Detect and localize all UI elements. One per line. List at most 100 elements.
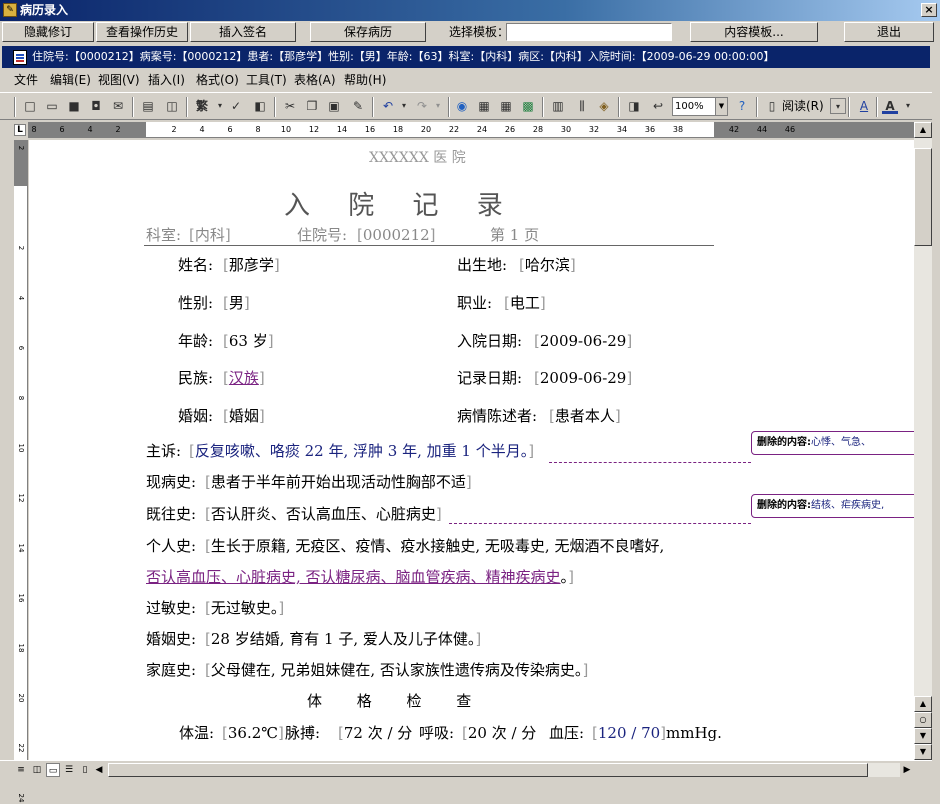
select-browse-object-icon[interactable]: ○ <box>914 712 932 728</box>
print-preview-icon[interactable]: ◫ <box>164 98 180 114</box>
field-value-box[interactable]: [那彦学] <box>223 255 280 275</box>
drawing-icon[interactable]: ⫼ <box>574 98 590 114</box>
scroll-down-icon[interactable]: ▼ <box>914 728 932 744</box>
undo-icon[interactable]: ↶ <box>380 98 396 114</box>
research-icon[interactable]: ◧ <box>252 98 268 114</box>
menu-tools[interactable]: 工具(T) <box>246 72 287 88</box>
traditional-chinese-icon[interactable]: 繁 <box>194 98 210 114</box>
right-border <box>932 44 940 784</box>
blood-pressure-field[interactable]: [120 / 70]mmHg. <box>592 723 722 743</box>
respiration-field[interactable]: [20 次 / 分 <box>462 723 536 743</box>
print-layout-icon[interactable]: ▭ <box>46 763 60 777</box>
vertical-ruler[interactable]: 2 2 4 6 8 10 12 14 16 18 20 22 24 <box>14 140 28 802</box>
outline-view-icon[interactable]: ☰ <box>62 763 76 777</box>
dept-field[interactable]: [内科] <box>189 225 231 245</box>
email-icon[interactable]: ✉ <box>110 98 126 114</box>
menu-view[interactable]: 视图(V) <box>98 72 140 88</box>
field-value-box[interactable]: [电工] <box>504 293 546 313</box>
menu-file[interactable]: 文件 <box>14 72 38 88</box>
allergy-field[interactable]: [无过敏史。] <box>205 598 284 618</box>
close-button[interactable]: × <box>921 3 937 17</box>
pulse-field[interactable]: [72 次 / 分 <box>338 723 412 743</box>
read-mode-icon[interactable]: ▯ <box>764 98 780 114</box>
menu-help[interactable]: 帮助(H) <box>344 72 386 88</box>
save-record-button[interactable]: 保存病历 <box>310 22 426 42</box>
copy-icon[interactable]: ❐ <box>304 98 320 114</box>
revision-balloon[interactable]: 删除的内容:结核、疟疾病史, <box>751 494 914 518</box>
field-value-box[interactable]: [2009-06-29] <box>534 368 632 388</box>
format-painter-icon[interactable]: ✎ <box>350 98 366 114</box>
document-map-icon[interactable]: ◈ <box>596 98 612 114</box>
columns-icon[interactable]: ▥ <box>550 98 566 114</box>
scroll-up-icon[interactable]: ▲ <box>914 696 932 712</box>
temperature-field[interactable]: [36.2℃] <box>222 723 284 743</box>
font-color-icon[interactable]: A <box>882 98 898 114</box>
content-template-button[interactable]: 内容模板... <box>690 22 818 42</box>
view-history-button[interactable]: 查看操作历史 <box>96 22 188 42</box>
present-illness-field[interactable]: [患者于半年前开始出现活动性胸部不适] <box>205 472 472 492</box>
tab-stop-selector[interactable]: L <box>14 124 26 136</box>
document-page[interactable]: XXXXXX 医 院 入 院 记 录 科室: [内科] 住院号: [000021… <box>29 140 914 760</box>
dropdown-arrow-icon[interactable]: ▾ <box>212 98 228 114</box>
toolbar-options-icon[interactable]: ▾ <box>830 98 846 114</box>
insert-table-icon[interactable]: ▦ <box>498 98 514 114</box>
menu-table[interactable]: 表格(A) <box>294 72 336 88</box>
web-layout-icon[interactable]: ◫ <box>30 763 44 777</box>
field-value-box[interactable]: [63 岁] <box>223 331 274 351</box>
menu-format[interactable]: 格式(O) <box>196 72 239 88</box>
past-history-field[interactable]: [否认肝炎、否认高血压、心脏病史] <box>205 504 442 524</box>
field-value-box[interactable]: [哈尔滨] <box>519 255 576 275</box>
insert-signature-button[interactable]: 插入签名 <box>190 22 296 42</box>
field-value-box[interactable]: [患者本人] <box>549 406 621 426</box>
permission-icon[interactable]: ◘ <box>88 98 104 114</box>
reading-layout-icon[interactable]: ▯ <box>78 763 92 777</box>
read-mode-button[interactable]: 阅读(R) <box>782 98 824 114</box>
revision-balloon[interactable]: 删除的内容:心悸、气急、 <box>751 431 914 455</box>
field-value-box[interactable]: [婚姻] <box>223 406 265 426</box>
new-document-icon[interactable]: □ <box>22 98 38 114</box>
personal-history-line2[interactable]: 否认高血压、心脏病史, 否认糖尿病、脑血管疾病、精神疾病史。] <box>146 567 574 587</box>
scroll-up-icon[interactable]: ▲ <box>914 122 932 138</box>
horizontal-ruler[interactable]: 8 6 4 2 2 4 6 8 10 12 14 16 18 20 22 24 26 28 30 32 34 36 38 42… <box>28 122 914 138</box>
exit-button[interactable]: 退出 <box>844 22 934 42</box>
menu-edit[interactable]: 编辑(E) <box>50 72 91 88</box>
help-icon[interactable]: ? <box>734 98 750 114</box>
insert-excel-icon[interactable]: ▩ <box>520 98 536 114</box>
scroll-right-icon[interactable]: ▶ <box>900 763 914 777</box>
font-color-dropdown-icon[interactable]: ▾ <box>900 98 916 114</box>
hyperlink-icon[interactable]: ◉ <box>454 98 470 114</box>
scroll-left-icon[interactable]: ◀ <box>92 763 106 777</box>
toolbar-separator <box>132 97 134 117</box>
hide-revisions-button[interactable]: 隐藏修订 <box>2 22 94 42</box>
zoom-select[interactable]: 100% ▼ <box>672 97 728 116</box>
show-hide-icon[interactable]: ◨ <box>626 98 642 114</box>
spelling-icon[interactable]: ✓ <box>228 98 244 114</box>
vertical-scrollbar[interactable]: ▲ ▲ ○ ▼ ▼ <box>914 122 932 760</box>
print-icon[interactable]: ▤ <box>140 98 156 114</box>
marriage-history-field[interactable]: [28 岁结婚, 育有 1 子, 爱人及儿子体健。] <box>205 629 481 649</box>
open-folder-icon[interactable]: ▭ <box>44 98 60 114</box>
styles-icon[interactable]: A <box>856 98 872 114</box>
redo-icon[interactable]: ↷ <box>414 98 430 114</box>
horizontal-thumb[interactable] <box>108 763 868 777</box>
personal-history-field[interactable]: [生长于原籍, 无疫区、疫情、疫水接触史, 无吸毒史, 无烟酒不良嗜好, <box>205 536 664 556</box>
menu-insert[interactable]: 插入(I) <box>148 72 185 88</box>
undo-dropdown-icon[interactable]: ▾ <box>396 98 412 114</box>
paragraph-mark-icon[interactable]: ↩ <box>650 98 666 114</box>
redo-dropdown-icon[interactable]: ▾ <box>430 98 446 114</box>
tables-borders-icon[interactable]: ▦ <box>476 98 492 114</box>
next-page-icon[interactable]: ▼ <box>914 744 932 760</box>
zoom-dropdown-icon[interactable]: ▼ <box>715 98 727 115</box>
family-history-field[interactable]: [父母健在, 兄弟姐妹健在, 否认家族性遗传病及传染病史。] <box>205 660 588 680</box>
scroll-thumb[interactable] <box>914 148 932 246</box>
template-input[interactable] <box>506 23 672 41</box>
save-disk-icon[interactable]: ■ <box>66 98 82 114</box>
field-value-box[interactable]: [2009-06-29] <box>534 331 632 351</box>
complaint-field[interactable]: [反复咳嗽、咯痰 22 年, 浮肿 3 年, 加重 1 个半月。] <box>189 441 534 461</box>
field-value-box[interactable]: [汉族] <box>223 368 265 388</box>
normal-view-icon[interactable]: ≡ <box>14 763 28 777</box>
inpatient-field[interactable]: [0000212] <box>357 225 436 245</box>
paste-icon[interactable]: ▣ <box>326 98 342 114</box>
cut-icon[interactable]: ✂ <box>282 98 298 114</box>
field-value-box[interactable]: [男] <box>223 293 250 313</box>
